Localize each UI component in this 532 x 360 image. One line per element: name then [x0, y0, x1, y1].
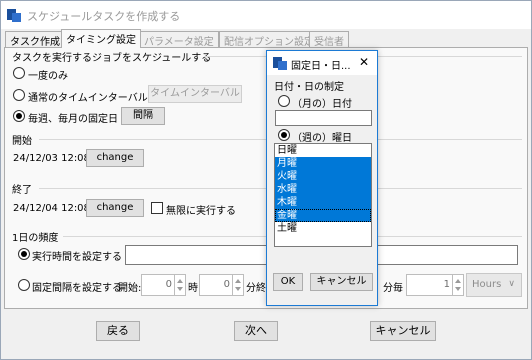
radio-weekday[interactable] — [278, 129, 290, 141]
radio-fixed-day[interactable] — [13, 110, 25, 122]
up-arrow-icon[interactable] — [177, 279, 183, 283]
next-button[interactable]: 次へ — [234, 321, 278, 341]
start-datetime: 24/12/03 12:08 — [13, 153, 90, 164]
radio-fixed-interval-label: 固定間隔を設定する — [32, 283, 122, 294]
radio-month-day[interactable] — [278, 95, 290, 107]
dialog-ok-button[interactable]: OK — [273, 273, 303, 291]
dialog-cancel-button[interactable]: キャンセル — [310, 273, 373, 291]
app-icon — [7, 9, 21, 22]
radio-fixed-day-label: 毎週、毎月の固定日 — [28, 114, 118, 125]
weekday-item[interactable]: 金曜 — [275, 209, 371, 222]
interval-unit-select[interactable]: Hours ∨ — [466, 273, 522, 297]
tab-task-create[interactable]: タスク作成 — [5, 31, 65, 48]
up-arrow-icon[interactable] — [235, 279, 241, 283]
radio-once[interactable] — [13, 67, 25, 79]
month-day-input[interactable] — [275, 110, 372, 126]
radio-weekday-label: （週の）曜日 — [292, 133, 352, 144]
weekday-item[interactable]: 月曜 — [275, 157, 371, 170]
dialog-title: 固定日・日... — [291, 61, 351, 72]
end-heading: 終了 — [12, 185, 32, 196]
daily-frequency-heading: 1日の頻度 — [12, 233, 59, 244]
weekday-item[interactable]: 日曜 — [275, 144, 371, 157]
start-minute-stepper[interactable]: 0 — [199, 274, 244, 296]
interval-button[interactable]: 間隔 — [121, 107, 165, 125]
close-icon[interactable]: ✕ — [359, 55, 369, 69]
radio-once-label: 一度のみ — [28, 71, 68, 82]
cancel-button[interactable]: キャンセル — [370, 321, 436, 341]
every-value-arrows[interactable] — [452, 275, 463, 295]
chevron-down-icon: ∨ — [508, 279, 515, 289]
up-arrow-icon[interactable] — [455, 279, 461, 283]
hour-unit-label: 時 — [188, 283, 198, 294]
start-minute-value: 0 — [223, 279, 230, 290]
infinite-run-label: 無限に実行する — [166, 206, 236, 217]
start-hour-arrows[interactable] — [174, 275, 185, 295]
start-hour-stepper[interactable]: 0 — [141, 274, 186, 296]
end-change-button[interactable]: change — [86, 199, 144, 217]
radio-set-exec-time-label: 実行時間を設定する — [32, 252, 122, 263]
radio-month-day-label: （月の）日付 — [292, 99, 352, 110]
window-titlebar: スケジュールタスクを作成する — [1, 1, 531, 29]
weekday-item[interactable]: 水曜 — [275, 183, 371, 196]
down-arrow-icon[interactable] — [235, 287, 241, 291]
every-minutes-label: 分毎 — [383, 283, 403, 294]
weekday-item[interactable]: 火曜 — [275, 170, 371, 183]
radio-fixed-interval[interactable] — [18, 279, 30, 291]
weekday-item[interactable]: 木曜 — [275, 196, 371, 209]
radio-set-exec-time[interactable] — [18, 248, 30, 260]
every-value-stepper[interactable]: 1 — [406, 274, 464, 296]
end-datetime: 24/12/04 12:08 — [13, 203, 90, 214]
window-title: スケジュールタスクを作成する — [27, 10, 181, 23]
start-time-label: 開始: — [118, 283, 142, 294]
start-heading: 開始 — [12, 136, 32, 147]
down-arrow-icon[interactable] — [455, 287, 461, 291]
tab-parameter-settings[interactable]: パラメータ設定 — [139, 31, 219, 48]
interval-unit-value: Hours — [472, 279, 502, 290]
fixed-day-dialog: 固定日・日... ✕ 日付・日の制定 （月の）日付 （週の）曜日 日曜 月曜 火… — [266, 50, 378, 306]
dialog-section-heading: 日付・日の制定 — [274, 82, 344, 93]
every-value: 1 — [443, 279, 450, 290]
tab-delivery-options[interactable]: 配信オプション設定 — [219, 31, 319, 48]
start-minute-arrows[interactable] — [232, 275, 243, 295]
tab-recipients[interactable]: 受信者 — [309, 31, 349, 48]
radio-regular-interval[interactable] — [13, 89, 25, 101]
back-button[interactable]: 戻る — [96, 321, 140, 341]
down-arrow-icon[interactable] — [177, 287, 183, 291]
time-interval-button[interactable]: タイムインターバル — [148, 85, 242, 103]
radio-regular-interval-label: 通常のタイムインターバルにて — [28, 93, 168, 104]
app-icon — [273, 57, 287, 70]
start-change-button[interactable]: change — [86, 149, 144, 167]
weekday-item[interactable]: 土曜 — [275, 222, 371, 235]
dialog-titlebar: 固定日・日... ✕ — [267, 51, 377, 75]
start-hour-value: 0 — [165, 279, 172, 290]
weekday-listbox[interactable]: 日曜 月曜 火曜 水曜 木曜 金曜 土曜 — [274, 143, 372, 247]
schedule-heading: タスクを実行するジョブをスケジュールする — [12, 53, 212, 64]
minute-end-label: 分終 — [246, 283, 266, 294]
tab-timing-settings[interactable]: タイミング設定 — [61, 29, 141, 48]
infinite-run-checkbox[interactable] — [151, 202, 163, 214]
